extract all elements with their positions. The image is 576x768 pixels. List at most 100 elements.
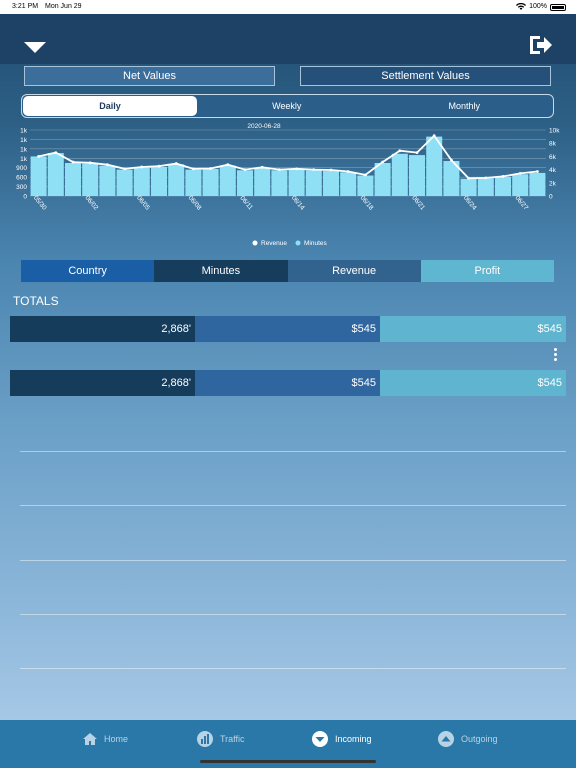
profit-cell: $545 xyxy=(380,316,566,342)
revenue-point xyxy=(260,165,264,169)
bar xyxy=(219,165,236,196)
revenue-point xyxy=(295,167,298,171)
bar xyxy=(340,172,357,196)
more-options-icon[interactable] xyxy=(550,346,560,368)
revenue-point xyxy=(37,155,40,158)
legend-minutes-label: Minutes xyxy=(304,240,328,247)
table-tabs: Country Minutes Revenue Profit xyxy=(21,260,554,282)
status-right: 100% xyxy=(516,0,566,14)
revenue-tab[interactable]: Revenue xyxy=(287,260,421,282)
settlement-values-button[interactable]: Settlement Values xyxy=(300,66,551,86)
y-left-tick-label: 1k xyxy=(20,128,28,135)
bar xyxy=(133,167,150,196)
bar-chart-icon xyxy=(197,731,213,747)
x-tick-label: 06/18 xyxy=(359,195,375,212)
bar xyxy=(495,176,511,196)
table-row[interactable]: 2,868' $545 $545 xyxy=(10,370,566,396)
tab-traffic-label: Traffic xyxy=(220,734,245,744)
x-tick-label: 06/08 xyxy=(187,195,203,212)
revenue-point xyxy=(484,176,488,180)
bar xyxy=(237,170,253,196)
home-indicator xyxy=(200,760,376,763)
x-tick-label: 06/05 xyxy=(135,195,151,212)
country-tab[interactable]: Country xyxy=(21,260,155,282)
period-weekly-tab[interactable]: Weekly xyxy=(198,95,376,117)
tab-home-label: Home xyxy=(104,734,129,744)
y-right-tick-label: 0 xyxy=(549,194,553,201)
tab-incoming[interactable]: Incoming xyxy=(311,726,372,752)
revenue-point xyxy=(467,176,470,180)
x-tick-label: 06/14 xyxy=(290,195,306,212)
bar xyxy=(529,172,546,196)
x-tick-label: 06/24 xyxy=(462,195,478,212)
revenue-point xyxy=(364,173,367,177)
revenue-point xyxy=(398,149,402,153)
y-left-tick-label: 1k xyxy=(20,137,28,144)
revenue-point xyxy=(106,163,109,167)
chart-title: 2020-06-28 xyxy=(247,123,281,130)
y-right-tick-label: 2k xyxy=(549,180,557,187)
revenue-cell: $545 xyxy=(195,316,380,342)
bar xyxy=(47,153,64,196)
period-monthly-tab[interactable]: Monthly xyxy=(376,95,554,117)
status-bar: 3:21 PM Mon Jun 29 100% xyxy=(0,0,576,14)
bar xyxy=(426,136,443,196)
status-time: 3:21 PM xyxy=(12,3,39,10)
tab-home[interactable]: Home xyxy=(82,726,128,752)
x-tick-label: 06/11 xyxy=(238,195,254,212)
logout-icon[interactable] xyxy=(528,34,554,56)
divider xyxy=(20,451,566,452)
totals-title: TOTALS xyxy=(13,294,59,308)
traffic-chart: 0 300 600 900 1k 1k 1k 1k 0 2k 4k 6k 8k 10k 2020-06-28… xyxy=(16,123,560,247)
revenue-point xyxy=(450,158,453,162)
bar xyxy=(65,163,81,196)
period-segmented-control: Daily Weekly Monthly xyxy=(21,94,554,118)
revenue-point xyxy=(501,174,505,178)
x-tick-label: 06/02 xyxy=(83,195,99,212)
y-left-tick-label: 900 xyxy=(16,165,27,172)
home-icon xyxy=(83,733,97,745)
bar xyxy=(512,174,529,196)
revenue-point xyxy=(329,168,333,172)
chevron-down-icon[interactable] xyxy=(22,40,48,54)
tab-outgoing[interactable]: Outgoing xyxy=(437,726,498,752)
table-row[interactable]: 2,868' $545 $545 xyxy=(10,316,566,342)
bar xyxy=(374,163,391,196)
tab-traffic[interactable]: Traffic xyxy=(196,726,245,752)
revenue-point xyxy=(415,151,419,155)
bar xyxy=(202,168,219,196)
battery-icon xyxy=(550,3,566,11)
bar xyxy=(185,169,202,196)
legend-minutes-marker xyxy=(295,240,301,246)
minutes-cell: 2,868' xyxy=(10,316,195,342)
legend-revenue-marker xyxy=(252,240,258,246)
net-values-button[interactable]: Net Values xyxy=(24,66,275,86)
divider xyxy=(20,668,566,669)
revenue-point xyxy=(518,171,522,175)
y-right-tick-label: 6k xyxy=(549,154,557,161)
divider xyxy=(20,505,566,506)
bar xyxy=(409,155,425,196)
revenue-point xyxy=(71,160,75,164)
revenue-point xyxy=(54,151,58,155)
bar xyxy=(82,163,99,196)
revenue-point xyxy=(209,167,213,170)
y-left-tick-label: 300 xyxy=(16,184,27,191)
tab-incoming-label: Incoming xyxy=(335,734,372,744)
period-daily-tab[interactable]: Daily xyxy=(23,96,197,116)
bar xyxy=(391,153,408,196)
arrow-up-circle-icon xyxy=(438,731,454,747)
bar xyxy=(288,169,305,196)
minutes-tab[interactable]: Minutes xyxy=(154,260,288,282)
y-left-tick-label: 0 xyxy=(23,194,27,201)
profit-cell: $545 xyxy=(380,370,566,396)
revenue-point xyxy=(157,164,161,168)
bar xyxy=(99,165,116,196)
divider xyxy=(20,614,566,615)
bar xyxy=(254,168,271,196)
x-tick-label: 06/21 xyxy=(410,195,426,212)
bar xyxy=(305,170,322,196)
wifi-icon xyxy=(516,3,527,10)
bar xyxy=(357,175,374,196)
profit-tab[interactable]: Profit xyxy=(420,260,554,282)
